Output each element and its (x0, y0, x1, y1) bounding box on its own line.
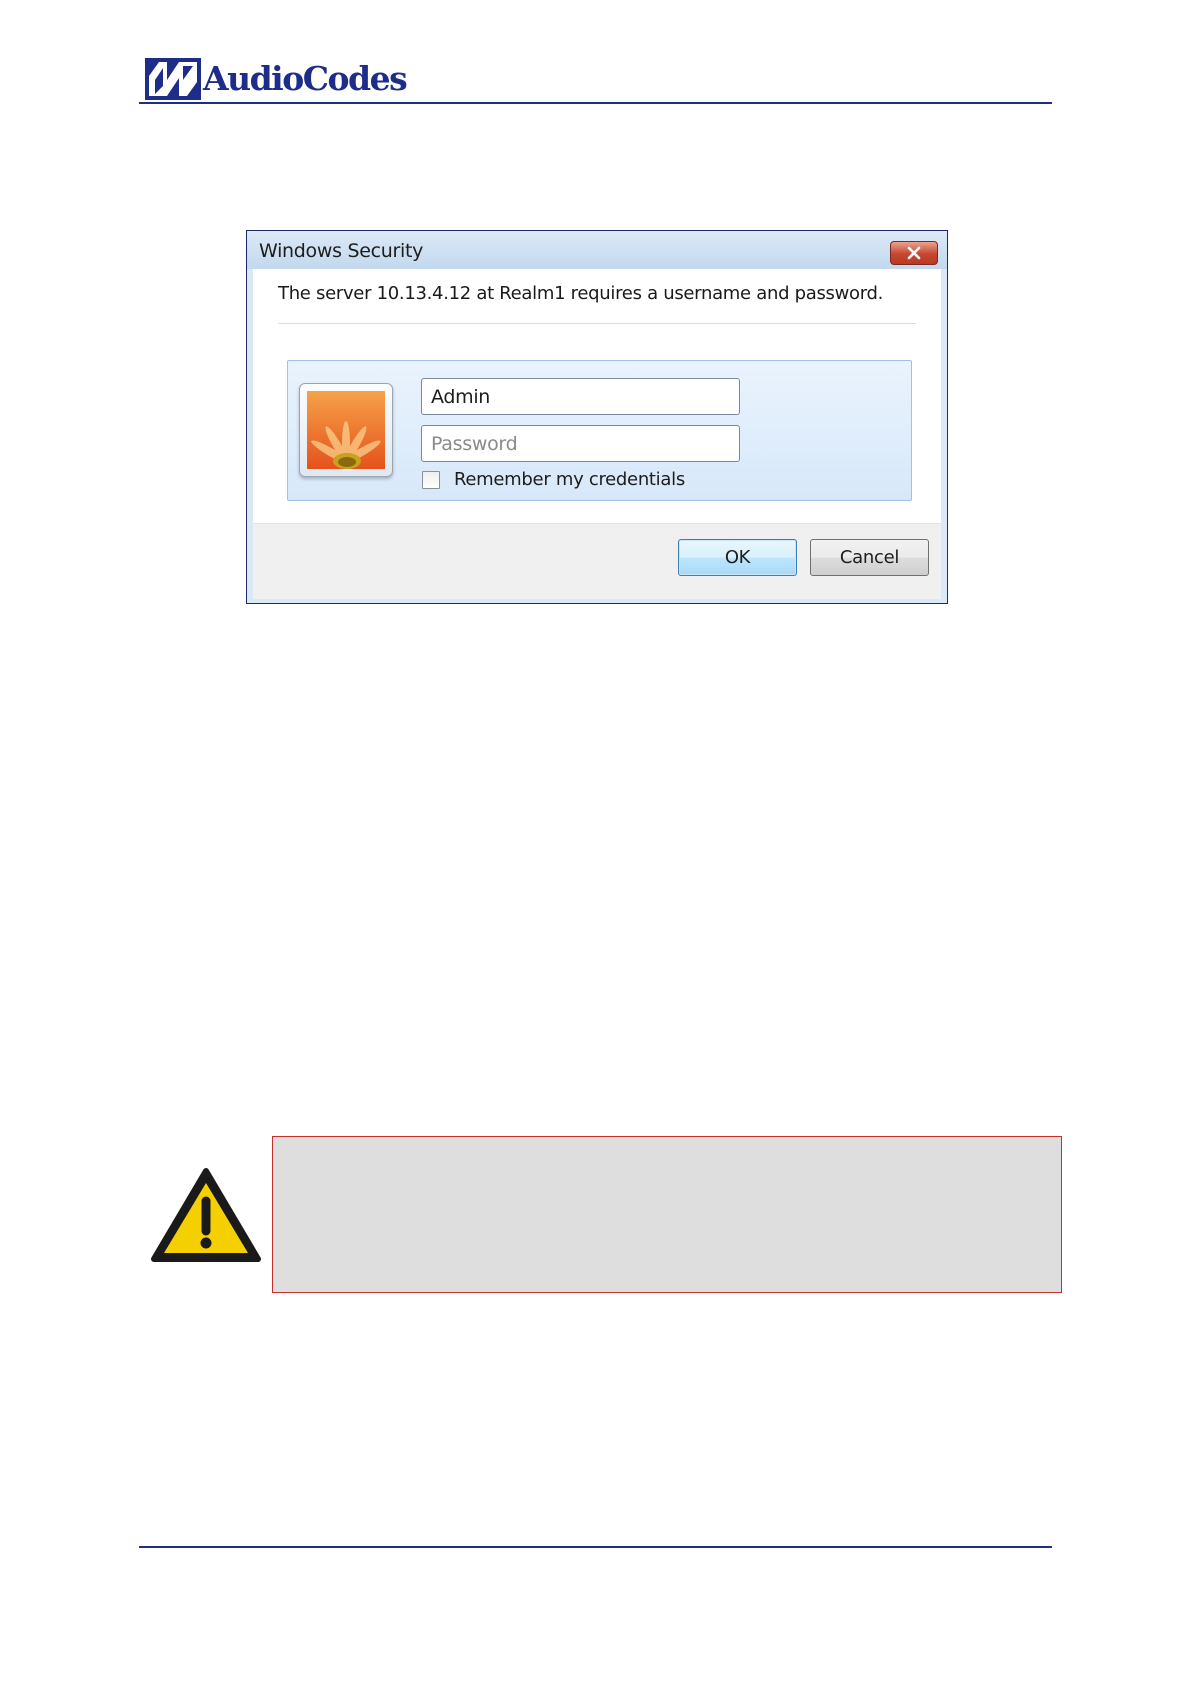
password-input[interactable] (421, 425, 740, 462)
close-icon (907, 246, 921, 260)
remember-credentials-label: Remember my credentials (454, 469, 685, 490)
dialog-titlebar[interactable]: Windows Security (247, 231, 947, 269)
dialog-title: Windows Security (259, 240, 424, 262)
logo-text: AudioCodes (203, 59, 408, 98)
user-tile (299, 383, 393, 477)
username-input[interactable] (421, 378, 740, 415)
cancel-button[interactable]: Cancel (810, 539, 929, 576)
remember-credentials-option[interactable]: Remember my credentials (422, 469, 685, 490)
credential-panel: Remember my credentials (287, 360, 912, 501)
note-box (272, 1136, 1062, 1293)
dialog-footer: OK Cancel (253, 523, 941, 599)
message-separator (278, 323, 916, 324)
audiocodes-logo-mark-icon (145, 58, 201, 100)
dialog-content: The server 10.13.4.12 at Realm1 requires… (253, 269, 941, 599)
footer-rule (139, 1546, 1052, 1548)
remember-credentials-checkbox[interactable] (422, 470, 440, 489)
close-button[interactable] (890, 241, 938, 265)
flower-user-tile-icon (307, 391, 385, 469)
dialog-message: The server 10.13.4.12 at Realm1 requires… (278, 283, 884, 304)
header-rule (139, 102, 1052, 104)
ok-button[interactable]: OK (678, 539, 797, 576)
audiocodes-logo: AudioCodes (145, 56, 408, 102)
windows-security-dialog: Windows Security The server 10.13.4.12 a… (246, 230, 948, 604)
warning-icon (151, 1168, 261, 1262)
